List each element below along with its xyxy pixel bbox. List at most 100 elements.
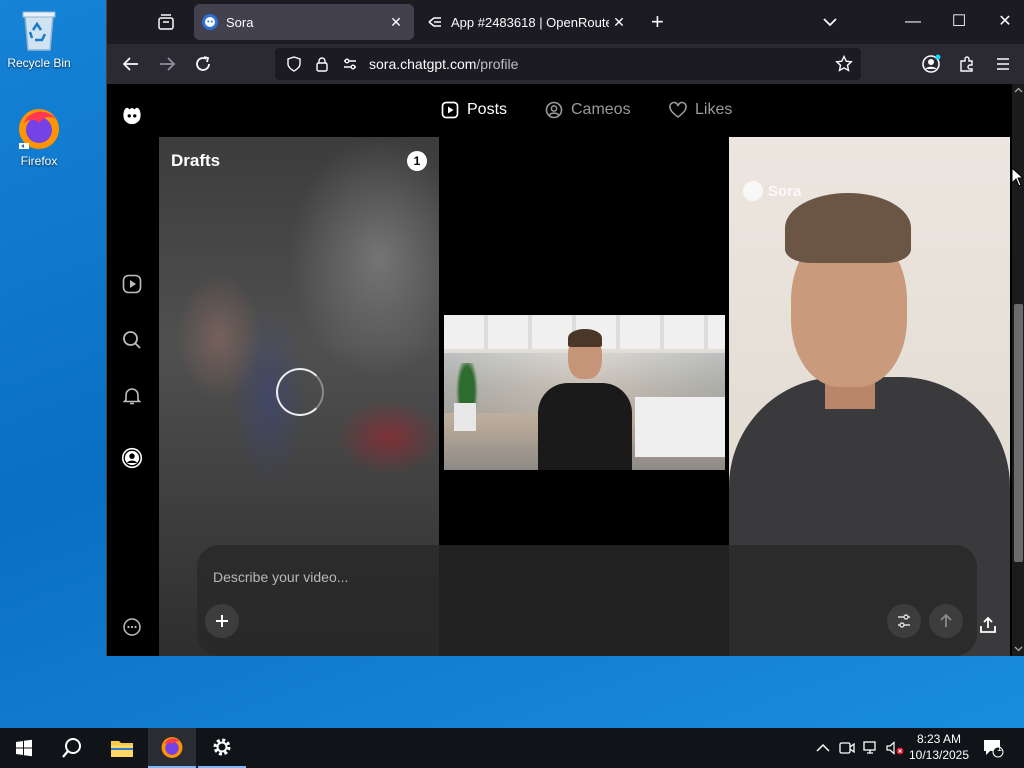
desktop-icon-firefox[interactable]: Firefox (1, 104, 77, 168)
tray-network-button[interactable] (860, 728, 882, 768)
file-explorer-icon (111, 741, 133, 757)
desktop-icon-label: Recycle Bin (7, 56, 71, 70)
sidebar (107, 84, 157, 656)
tab-posts[interactable]: Posts (441, 96, 507, 124)
nav-toolbar: sora.chatgpt.com/profile (107, 44, 1024, 84)
tab-label: Likes (695, 101, 733, 118)
desktop-icon-recycle-bin[interactable]: Recycle Bin (1, 6, 77, 70)
url-path: /profile (476, 56, 519, 72)
bookmark-star-icon[interactable] (835, 54, 853, 73)
desktop-icon-label: Firefox (20, 154, 58, 168)
file-explorer-button[interactable] (98, 728, 146, 768)
scrollbar-thumb[interactable] (1014, 304, 1023, 562)
bell-icon[interactable] (121, 385, 143, 407)
sora-favicon (202, 14, 218, 30)
search-icon (62, 738, 81, 758)
show-hidden-icons-button[interactable] (812, 728, 834, 768)
tab-cameos[interactable]: Cameos (545, 96, 631, 124)
start-button[interactable] (0, 728, 48, 768)
volume-muted-icon (886, 741, 904, 755)
settings-sliders-button[interactable] (887, 604, 921, 638)
scroll-up-icon[interactable] (1014, 86, 1023, 95)
search-icon[interactable] (121, 329, 143, 351)
sora-watermark: Sora (743, 181, 801, 201)
send-button[interactable] (929, 604, 963, 638)
play-square-icon (441, 101, 459, 119)
heart-icon (669, 101, 687, 119)
new-tab-button[interactable]: + (651, 11, 664, 33)
openrouter-favicon (427, 14, 443, 30)
firefox-icon (161, 737, 183, 758)
tab-overview-icon[interactable] (155, 11, 177, 33)
close-tab-icon[interactable]: ✕ (386, 14, 406, 31)
maximize-icon[interactable]: ☐ (949, 12, 969, 32)
url-host: sora.chatgpt.com (369, 56, 477, 72)
forward-icon[interactable] (157, 54, 177, 74)
url-bar[interactable]: sora.chatgpt.com/profile (275, 48, 861, 80)
thumb-detail (454, 403, 476, 431)
minimize-icon[interactable]: — (903, 12, 923, 32)
close-window-icon[interactable]: ✕ (995, 12, 1015, 32)
drafts-count-badge: 1 (407, 151, 427, 171)
prompt-placeholder[interactable]: Describe your video... (213, 569, 348, 585)
thumb-detail (538, 383, 632, 470)
taskbar-search-button[interactable] (48, 728, 96, 768)
chevron-up-icon (816, 743, 830, 752)
tab-title: App #2483618 | OpenRouter (451, 14, 609, 30)
menu-icon[interactable] (993, 54, 1013, 74)
user-circle-icon (545, 101, 563, 119)
sora-watermark-icon (743, 181, 763, 201)
taskbar-clock[interactable]: 8:23 AM 10/13/2025 (904, 731, 974, 763)
network-icon (863, 741, 876, 754)
mouse-cursor-icon (1011, 167, 1023, 187)
tab-likes[interactable]: Likes (669, 96, 732, 124)
tray-meet-now-button[interactable] (836, 728, 858, 768)
thumb-detail (568, 329, 602, 347)
settings-icon (213, 738, 231, 756)
arrow-up-icon (940, 613, 952, 627)
url-text[interactable]: sora.chatgpt.com/profile (369, 56, 518, 72)
tab-bar: Sora ✕ App #2483618 | OpenRouter ✕ + — ☐… (107, 0, 1024, 44)
clock-time: 8:23 AM (916, 732, 962, 746)
profile-icon[interactable] (121, 447, 143, 469)
play-icon[interactable] (121, 273, 143, 295)
back-icon[interactable] (121, 54, 141, 74)
more-icon[interactable] (121, 616, 143, 638)
thumb-detail (785, 193, 911, 263)
lock-icon[interactable] (313, 55, 331, 73)
scroll-down-icon[interactable] (1014, 644, 1023, 653)
taskbar-firefox-button[interactable] (148, 728, 196, 768)
notification-count: 1 (997, 743, 1003, 753)
tab-label: Cameos (571, 101, 631, 118)
video-thumbnail-office[interactable] (444, 315, 725, 470)
windows-logo-icon (16, 739, 32, 757)
firefox-icon (15, 104, 63, 152)
plus-icon (216, 615, 228, 627)
drafts-title: Drafts (171, 151, 221, 170)
action-center-button[interactable]: 1 (980, 728, 1006, 768)
camera-icon (839, 742, 855, 754)
browser-window: Sora ✕ App #2483618 | OpenRouter ✕ + — ☐… (106, 0, 1024, 656)
tab-openrouter[interactable]: App #2483618 | OpenRouter ✕ (419, 4, 637, 40)
tracking-protection-icon[interactable] (285, 55, 303, 73)
reload-icon[interactable] (193, 54, 213, 74)
share-icon[interactable] (977, 614, 999, 636)
account-icon[interactable] (921, 54, 941, 74)
sliders-icon (898, 614, 910, 628)
tab-sora[interactable]: Sora ✕ (194, 4, 414, 40)
profile-tabs: Posts Cameos Likes (107, 96, 1024, 126)
thumb-detail (635, 397, 725, 457)
permissions-icon[interactable] (341, 55, 359, 73)
add-media-button[interactable] (205, 604, 239, 638)
tab-label: Posts (467, 101, 508, 118)
tray-volume-button[interactable] (884, 728, 906, 768)
taskbar: 8:23 AM 10/13/2025 1 (0, 728, 1024, 768)
watermark-text: Sora (768, 182, 802, 200)
video-prompt-composer[interactable]: Describe your video... (197, 545, 977, 656)
extensions-icon[interactable] (957, 54, 977, 74)
tab-title: Sora (226, 14, 254, 30)
list-all-tabs-icon[interactable] (820, 12, 840, 32)
recycle-bin-icon (15, 6, 63, 54)
close-tab-icon[interactable]: ✕ (609, 14, 629, 31)
taskbar-settings-button[interactable] (198, 728, 246, 768)
